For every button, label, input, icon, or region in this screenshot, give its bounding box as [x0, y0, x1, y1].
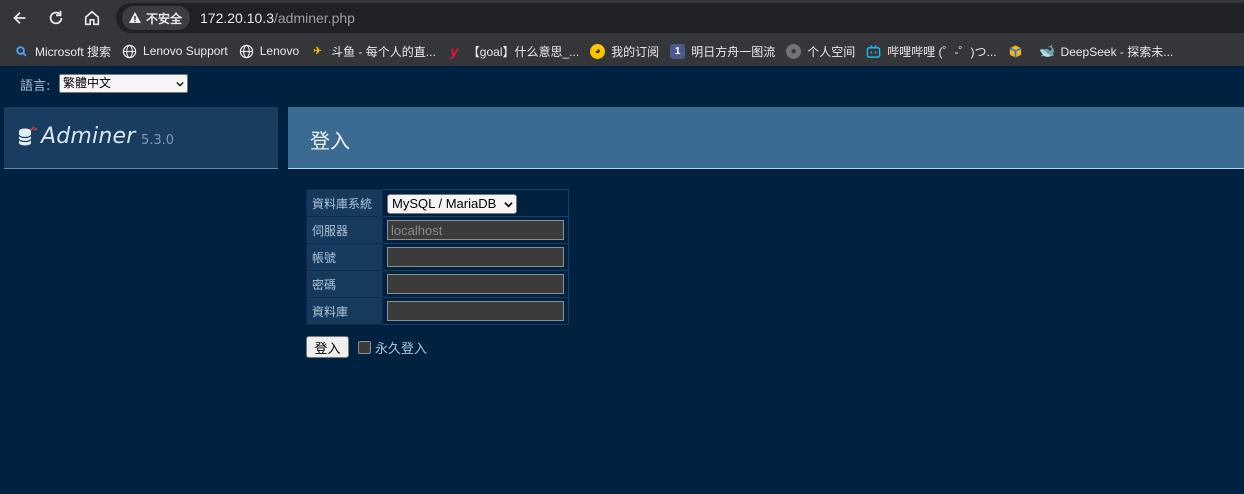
permanent-login-checkbox[interactable] [358, 341, 371, 354]
language-selected: 繁體中文 [63, 76, 112, 90]
gray-globe-icon: ● [786, 43, 802, 59]
system-cell: MySQL / MariaDB [382, 189, 569, 217]
password-cell [382, 270, 569, 298]
address-bar[interactable]: 不安全 172.20.10.3/adminer.php [116, 3, 1244, 33]
bookmark-cube[interactable] [1004, 39, 1036, 63]
bookmark-subscription[interactable]: ◕ 我的订阅 [586, 39, 666, 63]
subscription-icon: ◕ [590, 43, 606, 59]
search-icon [14, 44, 29, 59]
douyu-icon: ✈ [313, 45, 322, 57]
language-select[interactable]: 繁體中文 [59, 74, 188, 93]
form-row-username: 帳號 [306, 243, 569, 271]
bilibili-icon [866, 44, 881, 59]
bookmark-label: Lenovo Support [143, 44, 228, 58]
password-label: 密碼 [306, 270, 383, 298]
server-cell [382, 216, 569, 244]
bookmark-bilibili[interactable]: 哔哩哔哩 (゜-゜)つ... [862, 39, 1003, 63]
home-icon[interactable] [80, 6, 104, 30]
bookmark-microsoft-search[interactable]: Microsoft 搜索 [10, 39, 118, 63]
cube-icon [1008, 44, 1023, 59]
bookmark-label: 个人空间 [807, 44, 856, 59]
username-input[interactable] [387, 247, 564, 267]
chevron-down-icon [176, 81, 184, 87]
reload-icon[interactable] [44, 6, 68, 30]
bookmark-label: 我的订阅 [611, 44, 660, 59]
globe-icon [122, 44, 137, 59]
login-button[interactable]: 登入 [306, 336, 349, 358]
app-name-link[interactable]: Adminer [41, 124, 135, 149]
url-host: 172.20.10.3 [200, 10, 274, 26]
page-title: 登入 [310, 129, 350, 153]
bookmark-personal-space[interactable]: ● 个人空间 [782, 39, 862, 63]
server-label: 伺服器 [306, 216, 383, 244]
bookmark-lenovo-support[interactable]: Lenovo Support [118, 39, 235, 63]
username-cell [382, 243, 569, 271]
globe-icon [239, 44, 254, 59]
url-text: 172.20.10.3/adminer.php [200, 10, 355, 26]
permanent-login[interactable]: 永久登入 [358, 338, 427, 357]
form-row-database: 資料庫 [306, 297, 569, 325]
bookmark-label: 【goal】什么意思_... [467, 44, 580, 59]
bookmark-douyu[interactable]: ✈ 斗鱼 - 每个人的直... [306, 39, 443, 63]
form-row-system: 資料庫系統 MySQL / MariaDB [306, 189, 569, 217]
password-input[interactable] [387, 274, 564, 294]
system-value: MySQL / MariaDB [392, 195, 497, 211]
system-label: 資料庫系統 [306, 189, 383, 217]
bookmarks-bar: Microsoft 搜索 Lenovo Support Lenovo ✈ 斗鱼 … [0, 36, 1244, 66]
bookmark-label: 斗鱼 - 每个人的直... [331, 44, 436, 59]
username-label: 帳號 [306, 243, 383, 271]
server-input[interactable] [387, 220, 564, 240]
database-input[interactable] [387, 301, 564, 321]
database-icon [18, 126, 38, 146]
language-bar: 語言: 繁體中文 [4, 66, 1244, 100]
warning-icon [129, 12, 141, 23]
bookmark-deepseek[interactable]: 🐋 DeepSeek - 探索未... [1036, 39, 1181, 63]
bookmark-label: 明日方舟一图流 [691, 44, 776, 59]
deepseek-icon: 🐋 [1038, 43, 1056, 58]
bookmark-label: Microsoft 搜索 [35, 44, 112, 59]
adminer-logo-header: Adminer 5.3.0 [4, 107, 278, 169]
app-version[interactable]: 5.3.0 [141, 133, 174, 148]
adminer-page: 語言: 繁體中文 Adminer 5.3.0 登入 資料庫系統 MySQL / … [4, 66, 1244, 494]
bookmark-label: DeepSeek - 探索未... [1060, 44, 1174, 59]
permanent-login-label[interactable]: 永久登入 [375, 338, 427, 357]
form-row-password: 密碼 [306, 270, 569, 298]
browser-toolbar: 不安全 172.20.10.3/adminer.php [0, 0, 1244, 36]
back-icon[interactable] [8, 6, 32, 30]
database-label: 資料庫 [306, 297, 383, 325]
bookmark-label: 哔哩哔哩 (゜-゜)つ... [887, 44, 997, 59]
bookmark-youdao[interactable]: y 【goal】什么意思_... [443, 39, 586, 63]
language-label: 語言: [20, 79, 51, 94]
page-header: 登入 [288, 107, 1244, 169]
bookmark-label: Lenovo [259, 44, 300, 58]
security-label: 不安全 [146, 11, 183, 26]
url-path: /adminer.php [273, 10, 355, 26]
youdao-icon: y [450, 43, 459, 59]
number-one-icon: 1 [670, 43, 686, 59]
login-form-table: 資料庫系統 MySQL / MariaDB 伺服器 帳號 密碼 資料庫 [306, 189, 569, 325]
chevron-down-icon [504, 201, 513, 207]
security-chip[interactable]: 不安全 [122, 6, 191, 30]
database-cell [382, 297, 569, 325]
bookmark-lenovo[interactable]: Lenovo [235, 39, 306, 63]
form-row-server: 伺服器 [306, 216, 569, 244]
system-select[interactable]: MySQL / MariaDB [387, 193, 517, 214]
bookmark-arknights[interactable]: 1 明日方舟一图流 [666, 39, 782, 63]
